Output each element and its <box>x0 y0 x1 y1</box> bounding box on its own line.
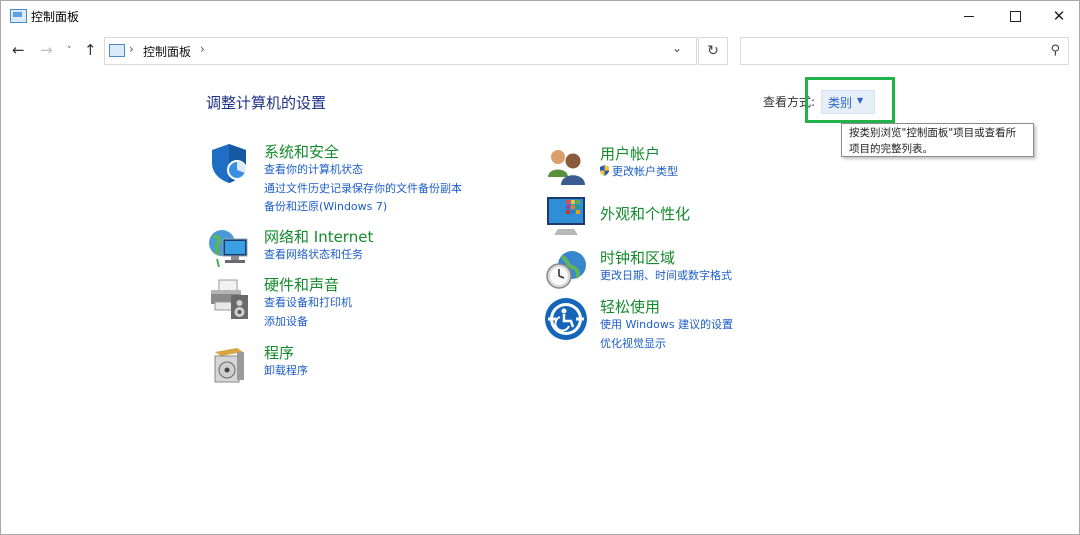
arrow-up-icon[interactable]: ↑ <box>84 41 97 59</box>
category-title[interactable]: 程序 <box>264 342 308 363</box>
control-panel-icon <box>10 9 27 23</box>
ease-of-access-icon[interactable] <box>544 297 588 341</box>
category-title[interactable]: 用户帐户 <box>600 143 678 164</box>
category-title[interactable]: 轻松使用 <box>600 296 733 317</box>
category-link-text: 更改帐户类型 <box>612 165 678 178</box>
minimize-button[interactable] <box>946 1 992 31</box>
category-programs: 程序 卸载程序 <box>264 342 308 381</box>
category-title[interactable]: 系统和安全 <box>264 141 462 162</box>
category-link[interactable]: 更改帐户类型 <box>600 163 678 182</box>
address-bar[interactable]: › 控制面板 › ⌄ <box>104 37 697 65</box>
category-network-internet: 网络和 Internet 查看网络状态和任务 <box>264 226 373 265</box>
category-user-accounts: 用户帐户 更改帐户类型 <box>600 143 678 182</box>
category-link[interactable]: 查看网络状态和任务 <box>264 246 373 265</box>
breadcrumb-control-panel[interactable]: 控制面板 <box>143 43 191 60</box>
uac-shield-icon <box>600 165 609 176</box>
program-box-icon[interactable] <box>207 342 251 386</box>
tooltip-line: 按类别浏览"控制面板"项目或查看所 <box>849 127 1017 139</box>
arrow-left-icon[interactable]: ← <box>12 41 25 59</box>
category-title[interactable]: 外观和个性化 <box>600 203 690 224</box>
window-title: 控制面板 <box>31 10 80 24</box>
title-bar: 控制面板 ✕ <box>1 1 1079 31</box>
tooltip: 按类别浏览"控制面板"项目或查看所 项目的完整列表。 <box>841 123 1034 157</box>
minimize-icon <box>964 15 974 17</box>
category-link[interactable]: 添加设备 <box>264 313 352 332</box>
category-link[interactable]: 更改日期、时间或数字格式 <box>600 267 732 286</box>
address-dropdown-icon[interactable]: ⌄ <box>672 41 682 55</box>
view-by-dropdown[interactable]: 类别 ▼ <box>821 90 875 114</box>
network-globe-icon[interactable] <box>207 225 251 269</box>
close-button[interactable]: ✕ <box>1036 1 1080 31</box>
category-link[interactable]: 查看你的计算机状态 <box>264 161 462 180</box>
category-title[interactable]: 硬件和声音 <box>264 274 352 295</box>
breadcrumb-separator-icon[interactable]: › <box>129 42 134 56</box>
category-appearance: 外观和个性化 <box>600 203 690 224</box>
users-icon[interactable] <box>544 143 588 187</box>
view-by-label: 查看方式: <box>763 95 816 109</box>
monitor-color-icon[interactable] <box>544 193 588 237</box>
view-by-value: 类别 <box>828 96 853 110</box>
category-link[interactable]: 查看设备和打印机 <box>264 294 352 313</box>
clock-globe-icon[interactable] <box>544 247 588 291</box>
tooltip-line: 项目的完整列表。 <box>849 143 933 155</box>
breadcrumb-separator-icon[interactable]: › <box>200 42 205 56</box>
recent-locations-chevron-icon[interactable]: ˅ <box>67 46 72 56</box>
category-title[interactable]: 时钟和区域 <box>600 247 732 268</box>
category-clock-region: 时钟和区域 更改日期、时间或数字格式 <box>600 247 732 286</box>
page-title: 调整计算机的设置 <box>206 94 327 112</box>
control-panel-icon <box>109 44 125 57</box>
dropdown-triangle-icon: ▼ <box>857 96 864 105</box>
arrow-right-icon[interactable]: → <box>40 41 53 59</box>
category-hardware-sound: 硬件和声音 查看设备和打印机 添加设备 <box>264 274 352 331</box>
category-link[interactable]: 卸载程序 <box>264 362 308 381</box>
category-title[interactable]: 网络和 Internet <box>264 226 373 247</box>
maximize-icon <box>1009 10 1021 22</box>
category-system-security: 系统和安全 查看你的计算机状态 通过文件历史记录保存你的文件备份副本 备份和还原… <box>264 141 462 217</box>
control-panel-window: 控制面板 ✕ ← → ˅ ↑ › 控制面板 › ⌄ ↻ ⚲ 调整计算机的设置 查… <box>0 0 1080 535</box>
search-icon: ⚲ <box>1050 43 1060 58</box>
search-input[interactable]: ⚲ <box>740 37 1069 65</box>
close-icon: ✕ <box>1052 7 1066 25</box>
category-link[interactable]: 通过文件历史记录保存你的文件备份副本 <box>264 180 462 199</box>
category-link[interactable]: 使用 Windows 建议的设置 <box>600 316 733 335</box>
maximize-button[interactable] <box>992 1 1038 31</box>
category-link[interactable]: 优化视觉显示 <box>600 335 733 354</box>
printer-icon[interactable] <box>207 277 251 321</box>
category-ease-of-access: 轻松使用 使用 Windows 建议的设置 优化视觉显示 <box>600 296 733 353</box>
category-link[interactable]: 备份和还原(Windows 7) <box>264 198 462 217</box>
shield-icon[interactable] <box>207 141 251 185</box>
refresh-icon: ↻ <box>707 43 719 59</box>
refresh-button[interactable]: ↻ <box>698 37 728 65</box>
